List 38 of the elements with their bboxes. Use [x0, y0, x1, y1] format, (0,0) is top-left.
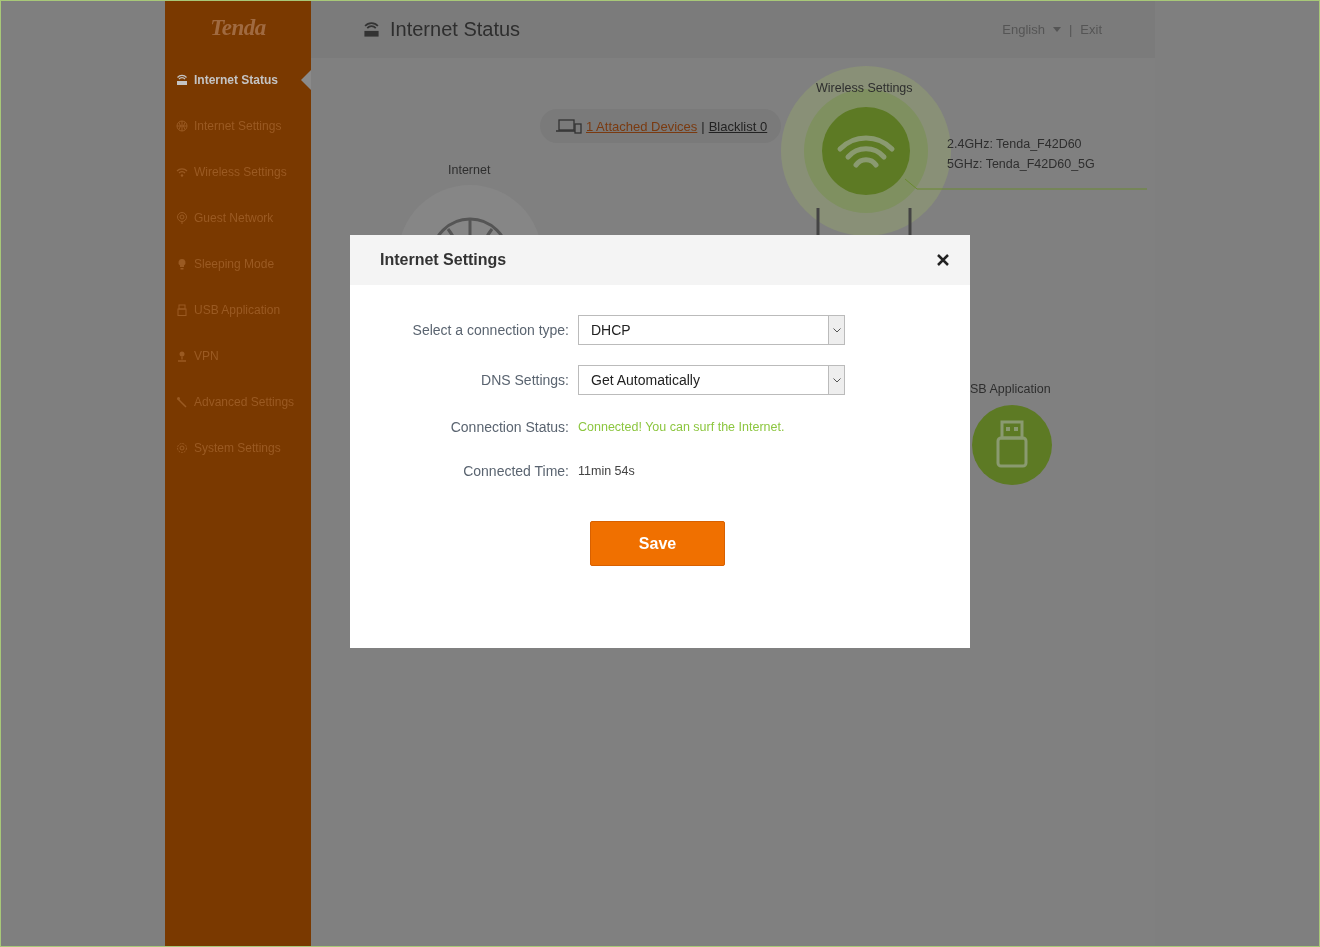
- dialog-title: Internet Settings: [380, 251, 508, 269]
- save-button[interactable]: Save: [590, 521, 725, 566]
- router-icon: [363, 21, 380, 38]
- devices-icon: [556, 118, 582, 134]
- bulb-icon: [176, 258, 188, 270]
- select-field[interactable]: DHCP: [578, 315, 845, 345]
- node-label: SB Application: [970, 382, 1051, 396]
- close-icon[interactable]: [936, 253, 950, 267]
- blacklist-link[interactable]: Blacklist 0: [708, 118, 768, 134]
- node-label: Internet: [448, 163, 491, 177]
- chevron-icon: [832, 327, 841, 333]
- field-label: DNS Settings:: [481, 372, 569, 388]
- field-label: Connected Time:: [463, 463, 569, 479]
- router-node-drawing[interactable]: [781, 66, 1149, 236]
- field-label: Select a connection type:: [412, 322, 569, 338]
- status-text: Connected! You can surf the Internet.: [578, 420, 785, 434]
- usb-icon: [176, 304, 188, 316]
- chevron-icon: [832, 377, 841, 383]
- ssid-text: 5GHz: Tenda_F42D60_5G: [947, 157, 1095, 171]
- router-icon: [176, 74, 188, 86]
- node-label: Wireless Settings: [816, 81, 913, 95]
- attached-devices-link[interactable]: 1 Attached Devices: [586, 118, 698, 134]
- wifi-icon: [176, 166, 188, 178]
- usb-node-icon[interactable]: [972, 405, 1052, 485]
- target-icon: [176, 212, 188, 224]
- settings-icon: [176, 442, 188, 454]
- select-field[interactable]: Get Automatically: [578, 365, 845, 395]
- field-label: Connection Status:: [450, 419, 569, 435]
- page-title: Internet Status: [390, 18, 522, 41]
- person-icon: [176, 350, 188, 362]
- separator: |: [1068, 22, 1073, 37]
- caret-icon: [1052, 27, 1061, 32]
- ssid-text: 2.4GHz: Tenda_F42D60: [947, 137, 1082, 151]
- logo: Tenda: [210, 15, 266, 41]
- separator: |: [701, 118, 705, 134]
- wrench-icon: [176, 396, 188, 408]
- globe-icon: [176, 120, 188, 132]
- field-value: 11min 54s: [578, 464, 635, 478]
